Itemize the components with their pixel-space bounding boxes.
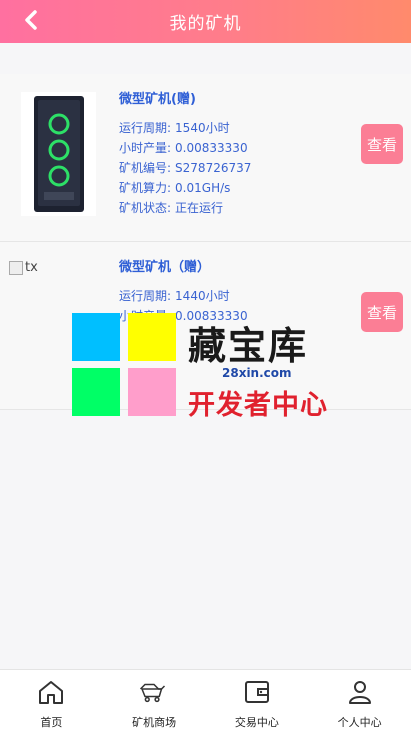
period-label: 运行周期: [119, 121, 172, 135]
watermark-square-green [72, 368, 120, 416]
power-row: 矿机算力: 0.01GH/s [119, 178, 251, 198]
nav-label: 矿机商场 [132, 716, 177, 729]
nav-label: 个人中心 [337, 716, 382, 729]
period-row: 运行周期: 1540小时 [119, 118, 251, 138]
status-value: 正在运行 [175, 201, 224, 215]
period-value: 1440小时 [175, 289, 230, 303]
nav-trade-center[interactable]: 交易中心 [206, 670, 309, 733]
period-row: 运行周期: 1440小时 [119, 286, 248, 306]
view-button[interactable]: 查看 [361, 124, 403, 164]
miner-card: 微型矿机(赠) 运行周期: 1540小时 小时产量: 0.00833330 矿机编号… [0, 74, 411, 242]
watermark-url: 28xin.com [222, 366, 292, 380]
power-label: 矿机算力: [119, 181, 172, 195]
view-button[interactable]: 查看 [361, 292, 403, 332]
nav-profile[interactable]: 个人中心 [308, 670, 411, 733]
serial-value: S278726737 [175, 161, 252, 175]
page-title: 我的矿机 [169, 14, 242, 34]
top-header: 我的矿机 [0, 0, 411, 43]
chevron-left-icon [25, 10, 37, 30]
status-row: 矿机状态: 正在运行 [119, 198, 251, 218]
serial-row: 矿机编号: S278726737 [119, 158, 251, 178]
image-alt-text: tx [25, 260, 38, 275]
period-label: 运行周期: [119, 289, 172, 303]
status-label: 矿机状态: [119, 201, 172, 215]
nav-miner-market[interactable]: 矿机商场 [103, 670, 206, 733]
back-button[interactable] [18, 7, 44, 33]
period-value: 1540小时 [175, 121, 230, 135]
nav-home[interactable]: 首页 [0, 670, 103, 733]
user-icon [345, 677, 375, 707]
pc-case-icon [33, 96, 84, 212]
home-icon [36, 677, 66, 707]
miner-name: 微型矿机（赠） [119, 260, 211, 275]
watermark-title: 藏宝库 [188, 324, 309, 368]
nav-label: 交易中心 [234, 716, 279, 729]
miner-image [21, 92, 96, 216]
bottom-nav: 首页 矿机商场 交易中心 个人中心 [0, 669, 411, 733]
miner-info: 微型矿机(赠) 运行周期: 1540小时 小时产量: 0.00833330 矿机编号… [119, 88, 251, 218]
hourly-row: 小时产量:0.00833330 [119, 138, 251, 158]
watermark-square-blue [72, 313, 120, 361]
mining-cart-icon [139, 677, 169, 707]
nav-label: 首页 [40, 716, 63, 729]
watermark: 藏宝库 28xin.com 开发者中心 [72, 313, 342, 421]
wallet-icon [242, 677, 272, 707]
hourly-value: 0.00833330 [175, 141, 248, 155]
broken-image-icon [9, 260, 23, 275]
watermark-subtitle: 开发者中心 [188, 390, 328, 421]
broken-image: tx [9, 260, 38, 275]
watermark-square-pink [128, 368, 176, 416]
power-value: 0.01GH/s [175, 181, 231, 195]
serial-label: 矿机编号: [119, 161, 172, 175]
watermark-square-yellow [128, 313, 176, 361]
miner-name: 微型矿机(赠) [119, 92, 196, 107]
hourly-label: 小时产量: [119, 141, 172, 155]
